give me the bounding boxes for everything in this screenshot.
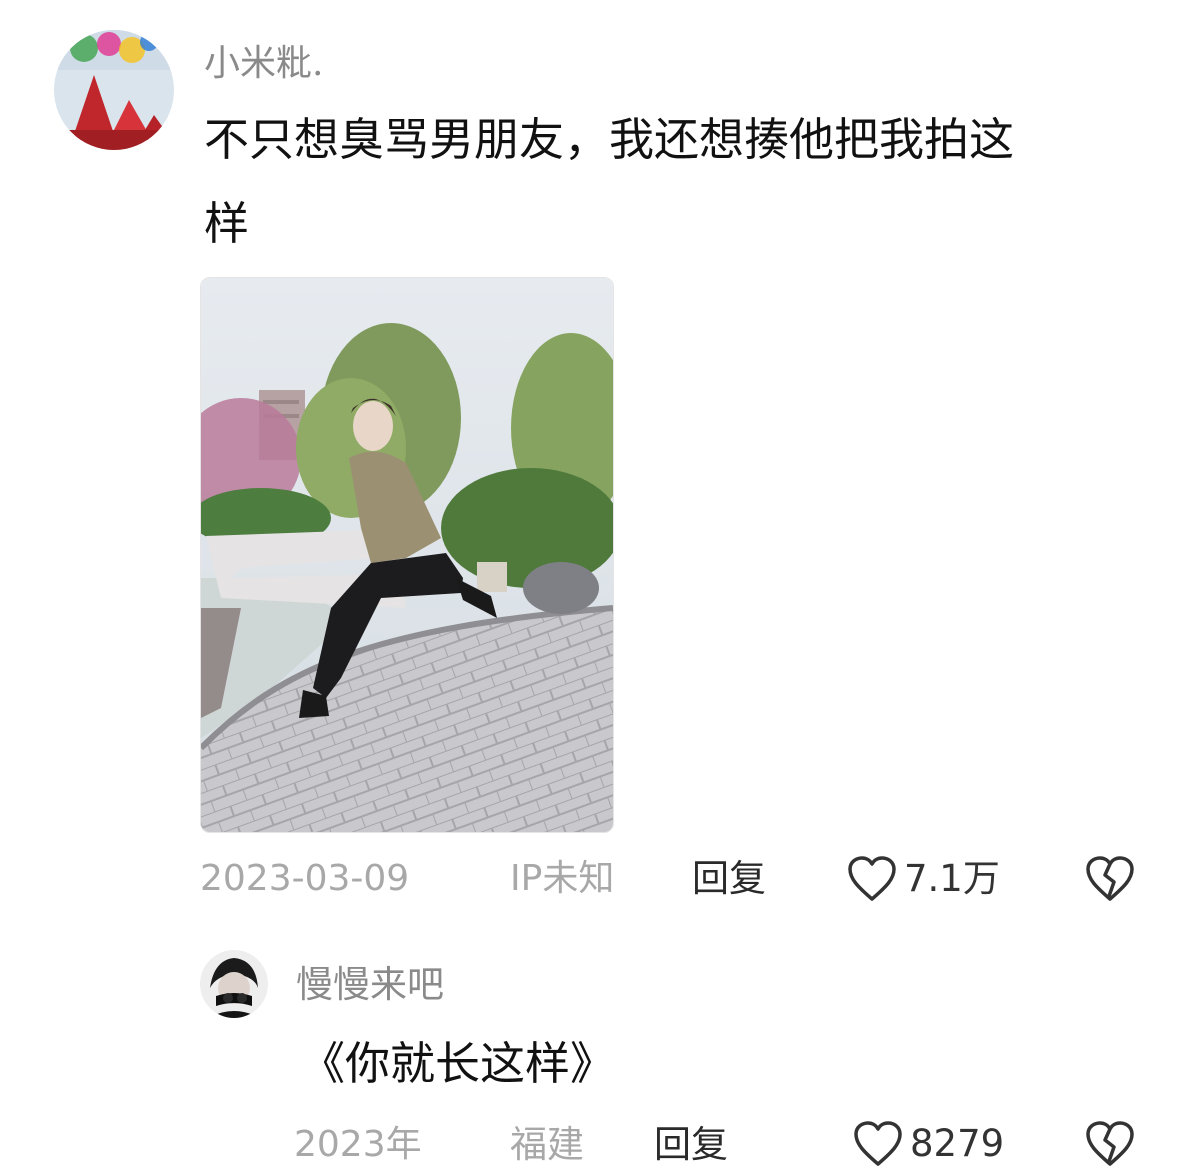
comment-reply-button[interactable]: 回复 (692, 856, 766, 902)
reply-like-count: 8279 (910, 1122, 1005, 1165)
heart-outline-icon (848, 856, 896, 901)
comment-like-button[interactable]: 7.1万 (846, 853, 1000, 905)
comment-username[interactable]: 小米粃. (204, 42, 323, 86)
reply-avatar[interactable] (200, 950, 268, 1018)
reply-dislike-button[interactable] (1084, 1120, 1136, 1172)
comment-text-line1: 不只想臭骂男朋友，我还想揍他把我拍这 (204, 113, 1015, 166)
reply-like-button[interactable]: 8279 (852, 1118, 1004, 1170)
reply-reply-button[interactable]: 回复 (654, 1122, 728, 1168)
comment-date: 2023-03-09 (200, 858, 410, 899)
comment-photo[interactable] (200, 277, 614, 833)
reply-avatar-image (200, 950, 268, 1018)
comment-dislike-button[interactable] (1084, 855, 1136, 907)
avatar[interactable] (54, 30, 174, 150)
reply-date: 2023年 (294, 1124, 422, 1165)
reply-username[interactable]: 慢慢来吧 (296, 962, 444, 1008)
broken-heart-icon (1086, 1121, 1134, 1166)
reply-text: 《你就长这样》 (300, 1037, 616, 1090)
comment-like-count: 7.1万 (904, 857, 1000, 900)
heart-outline-icon (854, 1121, 902, 1166)
photo-image (201, 278, 613, 832)
broken-heart-icon (1086, 856, 1134, 901)
comment-ip: IP未知 (510, 858, 615, 899)
avatar-image (54, 30, 174, 150)
comment-text-line2: 样 (204, 197, 250, 250)
reply-location: 福建 (510, 1123, 584, 1166)
